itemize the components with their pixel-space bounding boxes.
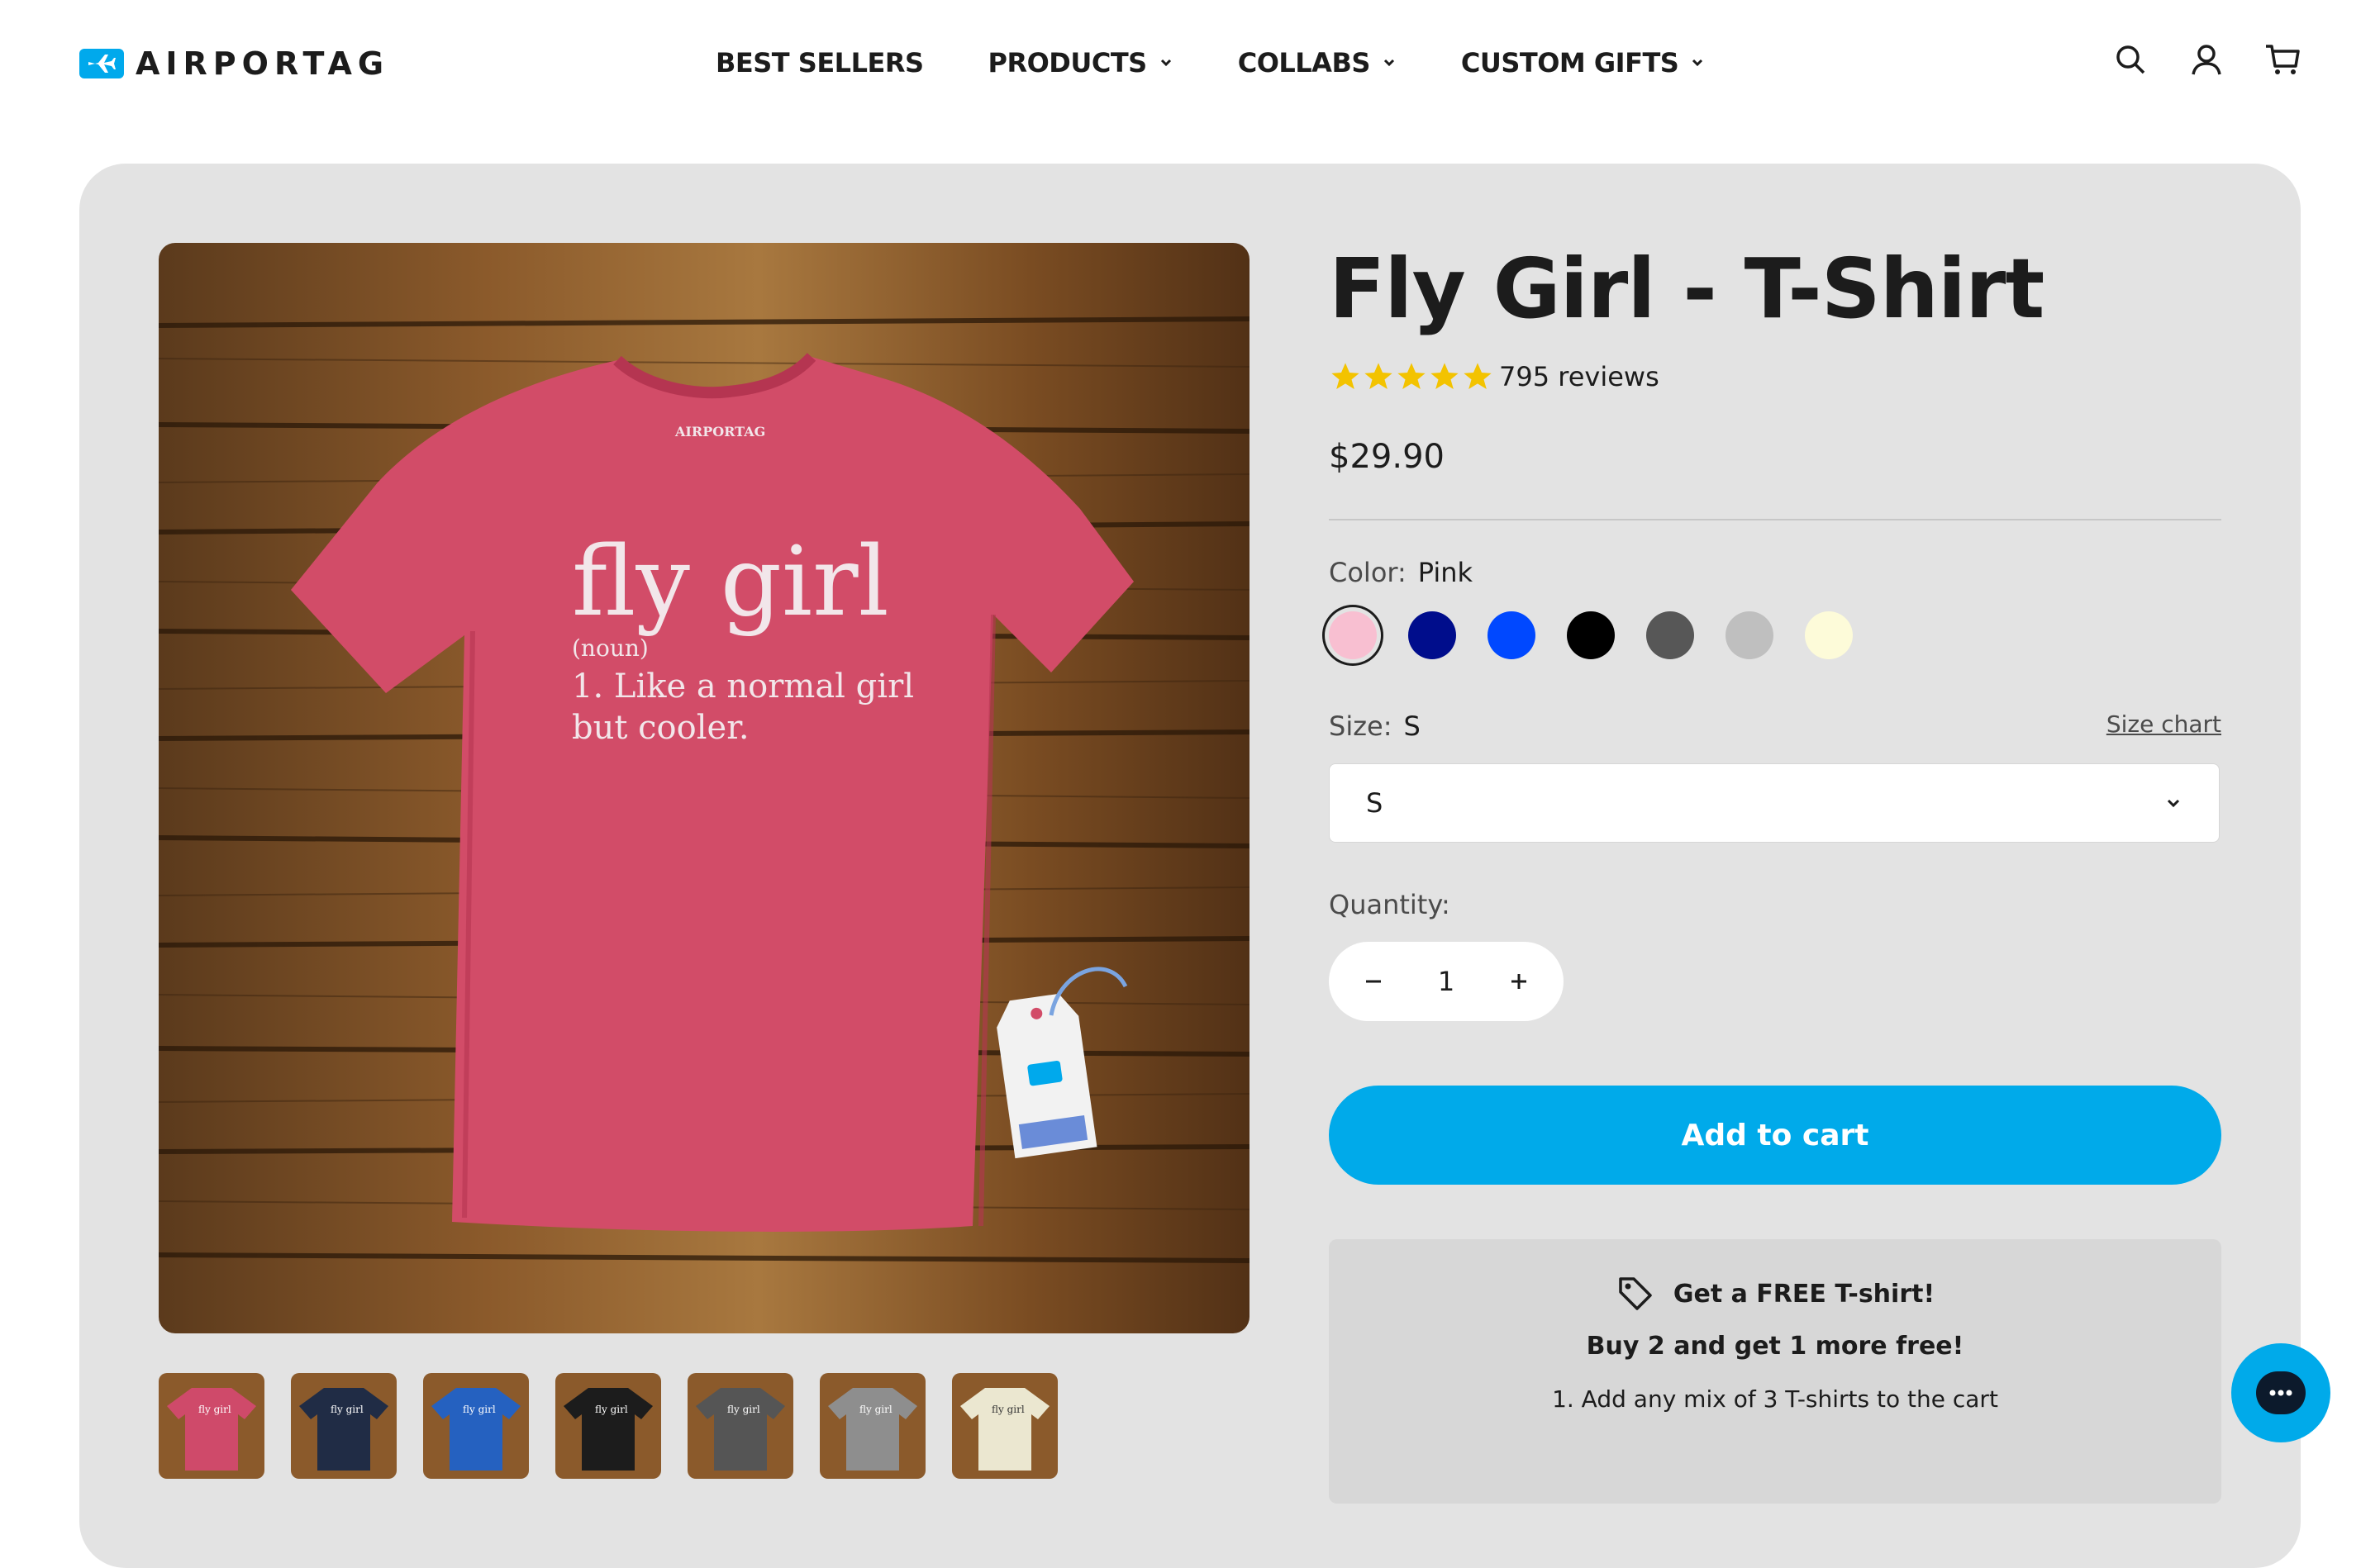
star-rating (1329, 360, 1494, 393)
airplane-tag-icon (79, 49, 124, 78)
swatch-navy[interactable] (1408, 611, 1456, 659)
star-icon (1331, 363, 1359, 389)
size-label: Size: (1329, 710, 1392, 742)
thumbnail-charcoal[interactable]: fly girl (688, 1373, 793, 1479)
color-label: Color: (1329, 557, 1407, 588)
chevron-down-icon (1160, 59, 1171, 67)
add-to-cart-button[interactable]: Add to cart (1329, 1086, 2221, 1185)
svg-text:fly girl: fly girl (198, 1404, 231, 1415)
decrease-quantity-button[interactable] (1359, 967, 1388, 996)
size-select-value: S (1366, 787, 1383, 819)
quantity-value[interactable]: 1 (1438, 966, 1454, 997)
chevron-down-icon (2167, 799, 2180, 808)
thumbnail-gray[interactable]: fly girl (820, 1373, 926, 1479)
product-rating[interactable]: 795 reviews (1329, 360, 2221, 393)
thumbnail-pink[interactable]: fly girl (159, 1373, 264, 1479)
quantity-stepper: 1 (1329, 942, 1564, 1021)
swatch-charcoal[interactable] (1646, 611, 1694, 659)
minus-icon (1366, 980, 1381, 983)
search-icon[interactable] (2112, 41, 2149, 78)
color-option-label: Color: Pink (1329, 557, 2221, 588)
nav-label: COLLABS (1237, 47, 1371, 78)
plus-icon (1511, 974, 1526, 989)
quantity-label: Quantity: (1329, 889, 1450, 920)
nav-custom-gifts[interactable]: CUSTOM GIFTS (1461, 47, 1705, 78)
product-main-image[interactable]: AIRPORTAG fly girl (noun) 1. Like a norm… (159, 243, 1250, 1333)
svg-text:fly girl: fly girl (859, 1404, 892, 1415)
size-chart-link[interactable]: Size chart (2106, 710, 2221, 742)
color-swatches (1329, 611, 2221, 659)
swatch-pink[interactable] (1329, 611, 1377, 659)
thumbnail-navy[interactable]: fly girl (291, 1373, 397, 1479)
promo-box: Get a FREE T-shirt! Buy 2 and get 1 more… (1329, 1239, 2221, 1504)
nav-label: PRODUCTS (988, 47, 1148, 78)
chevron-down-icon (1692, 59, 1703, 67)
size-option-row: Size: S Size chart (1329, 710, 2221, 742)
nav-label: CUSTOM GIFTS (1460, 47, 1679, 78)
product-info: Fly Girl - T-Shirt 795 reviews $29.90 Co… (1329, 240, 2221, 1504)
review-count: 795 reviews (1499, 361, 1659, 392)
account-icon[interactable] (2188, 41, 2225, 78)
brand-logo[interactable]: AIRPORTAG (79, 43, 389, 84)
promo-subheading: Buy 2 and get 1 more free! (1586, 1332, 1964, 1361)
shirt-print-line1: (noun) (572, 634, 649, 662)
thumbnail-black[interactable]: fly girl (555, 1373, 661, 1479)
chevron-down-icon (1383, 59, 1394, 67)
shirt-print-headline: fly girl (572, 526, 889, 638)
svg-text:fly girl: fly girl (331, 1404, 364, 1415)
increase-quantity-button[interactable] (1504, 967, 1534, 996)
promo-step: 1. Add any mix of 3 T-shirts to the cart (1552, 1385, 1998, 1413)
swatch-black[interactable] (1567, 611, 1615, 659)
chat-bubble-icon (2256, 1371, 2306, 1414)
star-icon (1464, 363, 1492, 389)
thumbnail-cream[interactable]: fly girl (952, 1373, 1058, 1479)
cart-icon[interactable] (2264, 41, 2301, 78)
thumbnail-strip: fly girl fly girl fly girl fly girl fly … (159, 1373, 1084, 1479)
price-tag-icon (1619, 1277, 1652, 1310)
swatch-cream[interactable] (1805, 611, 1853, 659)
star-icon (1364, 363, 1392, 389)
svg-text:fly girl: fly girl (992, 1404, 1025, 1415)
svg-text:fly girl: fly girl (463, 1404, 496, 1415)
nav-collabs[interactable]: COLLABS (1238, 47, 1397, 78)
nav-best-sellers[interactable]: BEST SELLERS (716, 47, 924, 78)
nav-label: BEST SELLERS (716, 47, 924, 78)
shirt-print-line2: 1. Like a normal girl (572, 668, 914, 706)
size-option-label: Size: S (1329, 710, 1421, 742)
size-select[interactable]: S (1329, 763, 2220, 843)
selected-color: Pink (1417, 557, 1473, 588)
svg-text:fly girl: fly girl (727, 1404, 760, 1415)
promo-headline: Get a FREE T-shirt! (1673, 1279, 1935, 1309)
star-icon (1430, 363, 1459, 389)
svg-text:fly girl: fly girl (595, 1404, 628, 1415)
swatch-gray[interactable] (1726, 611, 1773, 659)
thumbnail-blue[interactable]: fly girl (423, 1373, 529, 1479)
promo-heading: Get a FREE T-shirt! (1329, 1239, 2221, 1314)
selected-size: S (1403, 710, 1421, 742)
shirt-neck-label: AIRPORTAG (674, 424, 765, 440)
divider (1329, 519, 2221, 520)
nav-products[interactable]: PRODUCTS (988, 47, 1173, 78)
swatch-blue[interactable] (1488, 611, 1535, 659)
main-nav: BEST SELLERS PRODUCTS COLLABS CUSTOM GIF… (716, 40, 1769, 86)
star-icon (1397, 363, 1426, 389)
header-actions (2073, 41, 2301, 78)
shirt-print-line3: but cooler. (572, 709, 750, 747)
brand-name: AIRPORTAG (136, 45, 390, 82)
site-header: AIRPORTAG BEST SELLERS PRODUCTS COLLABS … (0, 0, 2380, 124)
chat-button[interactable] (2231, 1343, 2330, 1442)
product-title: Fly Girl - T-Shirt (1329, 240, 2044, 337)
product-price: $29.90 (1329, 438, 1445, 476)
